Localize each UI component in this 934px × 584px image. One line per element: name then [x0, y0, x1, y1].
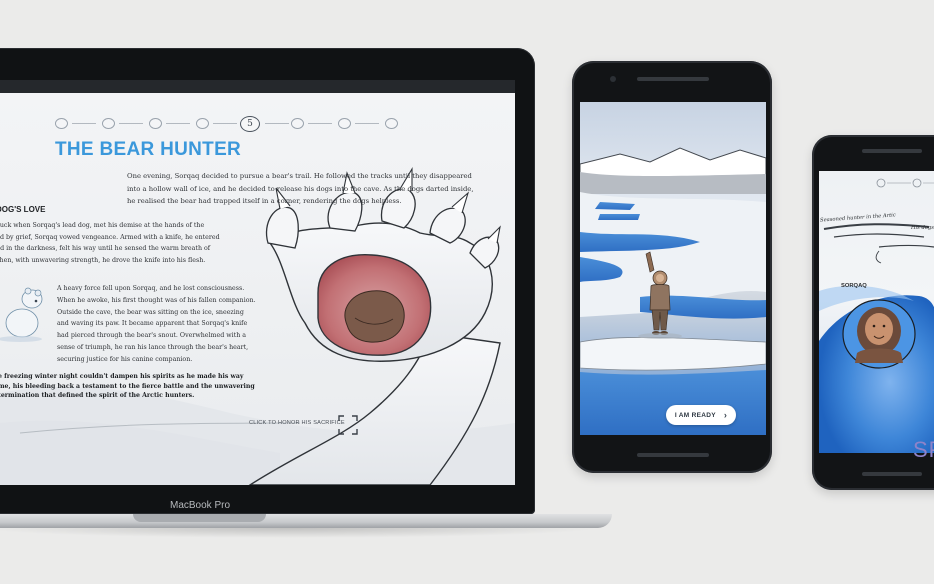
section-body: agedy struck when Sorqaq's lead dog, met… — [0, 220, 240, 267]
phone-speaker — [637, 77, 709, 81]
progress-connector — [166, 123, 190, 124]
section-line: e beast, then, with unwavering strength,… — [0, 257, 206, 265]
progress-dot[interactable] — [291, 118, 304, 129]
phone-two-screen: Seasoned hunter in the Artic His dogs SO… — [819, 171, 934, 453]
phone-one-screen — [580, 102, 766, 435]
consciousness-paragraph: A heavy force fell upon Sorqaq, and he l… — [57, 285, 256, 363]
laptop-base — [0, 514, 612, 528]
progress-dot[interactable] — [385, 118, 398, 129]
dogs-caption: His dogs — [911, 225, 934, 231]
arctic-hunter-illustration — [580, 147, 766, 435]
phone-speaker — [637, 453, 709, 457]
section-line: ar. Fuelled by grief, Sorqaq vowed venge… — [0, 233, 220, 241]
progress-dot[interactable] — [102, 118, 115, 129]
closing-line: me, his bleeding back a testament to the… — [0, 382, 255, 390]
laptop-hinge-notch — [133, 514, 266, 522]
closing-line: e freezing winter night couldn't dampen … — [0, 373, 244, 380]
story-title: THE BEAR HUNTER — [55, 139, 242, 160]
phone-speaker — [862, 472, 922, 476]
section-line: e cave and in the darkness, felt his way… — [0, 245, 211, 253]
front-camera-icon — [610, 76, 616, 82]
honor-sacrifice-cta[interactable]: CLICK TO HONOR HIS SACRIFICE — [249, 420, 345, 426]
progress-connector — [308, 123, 332, 124]
section-line: agedy struck when Sorqaq's lead dog, met… — [0, 222, 205, 229]
progress-connector — [213, 123, 237, 124]
progress-current-step[interactable]: 5 — [240, 116, 260, 132]
chapter-progress: 5 — [55, 116, 400, 132]
laptop-menu-strip — [0, 80, 515, 93]
section-heading: DOG'S LOVE — [0, 205, 46, 214]
progress-dot[interactable] — [196, 118, 209, 129]
ready-button-label: I AM READY — [674, 411, 716, 419]
chevron-right-icon: › — [723, 409, 728, 420]
closing-line: termination that defined the spirit of t… — [0, 392, 195, 400]
progress-dot[interactable] — [149, 118, 162, 129]
phone-two-large-text: SP — [913, 437, 934, 462]
closing-paragraph: e freezing winter night couldn't dampen … — [0, 372, 255, 401]
phone-speaker — [862, 149, 922, 153]
progress-connector — [355, 123, 379, 124]
character-name: SORQAQ — [841, 283, 867, 289]
ready-button[interactable]: I AM READY › — [666, 405, 736, 425]
progress-dot[interactable] — [338, 118, 351, 129]
progress-dot[interactable] — [55, 118, 68, 129]
laptop-shadow — [0, 528, 600, 538]
fullscreen-icon[interactable] — [338, 415, 358, 435]
progress-connector — [265, 123, 289, 124]
progress-connector — [72, 123, 96, 124]
progress-connector — [119, 123, 143, 124]
laptop-brand-label: MacBook Pro — [169, 500, 231, 511]
story-intro: One evening, Sorqaq decided to pursue a … — [127, 172, 474, 205]
